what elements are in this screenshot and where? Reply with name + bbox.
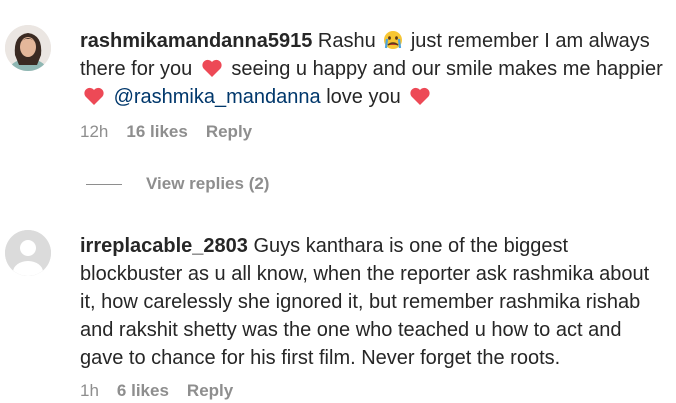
view-replies-button[interactable]: View replies (2)	[86, 174, 269, 194]
heart-icon	[84, 87, 104, 105]
avatar-photo	[5, 25, 51, 71]
view-replies-label: View replies (2)	[146, 174, 270, 193]
default-avatar-icon	[5, 230, 51, 276]
heart-icon	[202, 59, 222, 77]
comment-username[interactable]: rashmikamandanna5915	[80, 30, 312, 52]
heart-icon	[410, 87, 430, 105]
mention-link[interactable]: @rashmika_mandanna	[114, 86, 321, 108]
comment-likes[interactable]: 16 likes	[126, 122, 187, 142]
comment-username[interactable]: irreplacable_2803	[80, 235, 248, 257]
comment-time[interactable]: 1h	[80, 381, 99, 401]
crying-emoji-icon	[384, 31, 403, 49]
comment-body: irreplacable_2803 Guys kanthara is one o…	[80, 232, 670, 372]
comment-likes[interactable]: 6 likes	[117, 381, 169, 401]
comment-time[interactable]: 12h	[80, 122, 108, 142]
reply-button[interactable]: Reply	[206, 122, 252, 142]
user-avatar[interactable]	[5, 230, 51, 276]
comment-text: Rashu	[317, 30, 376, 52]
comment-text: seeing u happy and our smile makes me ha…	[231, 58, 663, 80]
comment-meta: 1h 6 likes Reply	[80, 381, 233, 401]
comment-body: rashmikamandanna5915 Rashu just remember…	[80, 27, 670, 111]
comment-text: love you	[326, 86, 401, 108]
divider-line	[86, 183, 122, 185]
comment-meta: 12h 16 likes Reply	[80, 122, 252, 142]
user-avatar[interactable]	[5, 25, 51, 71]
reply-button[interactable]: Reply	[187, 381, 233, 401]
